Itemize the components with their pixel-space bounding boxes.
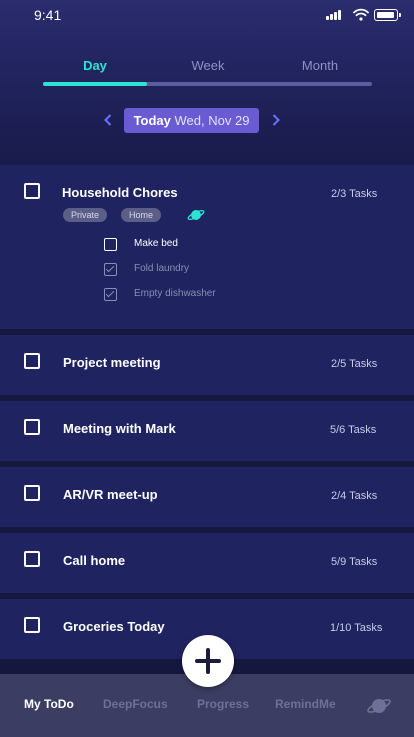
subtask-checkbox[interactable]: [104, 238, 117, 251]
task-title: AR/VR meet-up: [63, 487, 158, 502]
task-card-ar-vr-meetup[interactable]: AR/VR meet-up 2/4 Tasks: [0, 467, 414, 527]
battery-icon: [374, 9, 401, 21]
date-selector: Today Wed, Nov 29: [0, 107, 414, 135]
subtask-label: Fold laundry: [134, 263, 190, 274]
period-tabs: Day Week Month: [43, 58, 372, 88]
wifi-icon: [353, 8, 369, 26]
task-card-call-home[interactable]: Call home 5/9 Tasks: [0, 533, 414, 593]
tab-indicator: [43, 82, 147, 86]
task-title: Groceries Today: [63, 619, 165, 634]
date-today-label: Today: [133, 113, 171, 128]
status-bar: 9:41: [0, 0, 414, 30]
task-title: Call home: [63, 553, 126, 568]
task-checkbox[interactable]: [24, 419, 40, 435]
task-checkbox[interactable]: [24, 551, 40, 567]
nav-deepfocus[interactable]: DeepFocus: [103, 697, 168, 711]
tab-week[interactable]: Week: [153, 58, 263, 73]
tag-home[interactable]: Home: [121, 208, 162, 222]
task-card-meeting-with-mark[interactable]: Meeting with Mark 5/6 Tasks: [0, 401, 414, 461]
task-count: 2/4 Tasks: [331, 490, 378, 502]
task-title: Meeting with Mark: [63, 421, 176, 436]
nav-remindme[interactable]: RemindMe: [275, 697, 336, 711]
nav-progress[interactable]: Progress: [197, 697, 249, 711]
next-date-chevron-right-icon[interactable]: [268, 111, 284, 131]
tab-month[interactable]: Month: [265, 58, 375, 73]
subtask-label: Make bed: [134, 238, 178, 249]
date-value: Wed, Nov 29: [174, 113, 250, 128]
task-checkbox[interactable]: [24, 617, 40, 633]
task-checkbox[interactable]: [24, 353, 40, 369]
task-count: 2/3 Tasks: [331, 188, 378, 200]
subtask-item[interactable]: Make bed: [104, 237, 304, 255]
nav-my-todo[interactable]: My ToDo: [24, 697, 74, 711]
task-count: 5/6 Tasks: [330, 424, 377, 436]
task-checkbox[interactable]: [24, 183, 40, 199]
subtask-item[interactable]: Empty dishwasher: [104, 287, 304, 305]
tab-day[interactable]: Day: [40, 58, 150, 73]
add-task-button[interactable]: [182, 635, 234, 687]
task-count: 1/10 Tasks: [330, 622, 383, 634]
planet-icon: [187, 207, 205, 228]
task-title: Project meeting: [63, 355, 161, 370]
tag-private[interactable]: Private: [63, 208, 108, 222]
header: 9:41 Day Week Month Today Wed, Nov 29: [0, 0, 414, 165]
task-checkbox[interactable]: [24, 485, 40, 501]
subtask-label: Empty dishwasher: [134, 288, 216, 299]
task-card-project-meeting[interactable]: Project meeting 2/5 Tasks: [0, 335, 414, 395]
subtask-checkbox-checked[interactable]: [104, 288, 117, 301]
prev-date-chevron-left-icon[interactable]: [100, 111, 116, 131]
task-title: Household Chores: [62, 185, 178, 200]
subtask-checkbox-checked[interactable]: [104, 263, 117, 276]
date-pill[interactable]: Today Wed, Nov 29: [124, 108, 259, 133]
task-count: 5/9 Tasks: [331, 556, 378, 568]
signal-icon: [326, 10, 344, 20]
status-time: 9:41: [34, 7, 62, 23]
planet-nav-icon[interactable]: [366, 695, 392, 722]
subtask-item[interactable]: Fold laundry: [104, 262, 304, 280]
task-count: 2/5 Tasks: [331, 358, 378, 370]
task-card-household-chores[interactable]: Household Chores 2/3 Tasks Private Home …: [0, 165, 414, 329]
